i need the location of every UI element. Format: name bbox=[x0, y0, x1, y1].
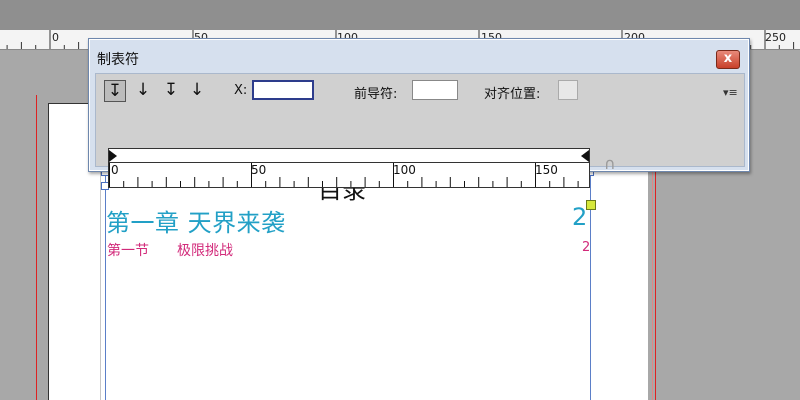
x-position-input[interactable] bbox=[252, 80, 314, 100]
indent-markers bbox=[109, 150, 589, 162]
toc-section-entry[interactable]: 第一节 极限挑战 bbox=[107, 240, 233, 260]
right-justified-tab-button[interactable]: ↧ bbox=[160, 80, 182, 102]
tab-ruler-label: 0 bbox=[111, 163, 119, 177]
x-label: X: bbox=[234, 83, 248, 98]
leader-input[interactable] bbox=[412, 80, 458, 100]
tab-ruler-label: 150 bbox=[535, 163, 558, 177]
tab-ruler[interactable]: 0 50 100 150 bbox=[108, 148, 590, 188]
decimal-tab-button[interactable]: ↓ bbox=[186, 80, 208, 102]
panel-menu-icon[interactable]: ▾≡ bbox=[723, 86, 738, 99]
panel-body: ↧ ↓ ↧ ↓ X: 前导符: 对齐位置: ▾≡ 0 50 100 150 ∩ bbox=[95, 73, 745, 188]
right-indent-marker bbox=[581, 150, 589, 162]
top-strip bbox=[0, 0, 800, 30]
panel-title[interactable]: 制表符 bbox=[97, 49, 139, 69]
left-indent-marker bbox=[109, 150, 117, 162]
toc-section-page-number[interactable]: 2 bbox=[582, 240, 590, 255]
center-justified-tab-button[interactable]: ↓ bbox=[132, 80, 154, 102]
align-on-label: 对齐位置: bbox=[484, 87, 541, 102]
tab-ruler-ticks bbox=[109, 163, 579, 187]
align-on-input[interactable] bbox=[558, 80, 578, 100]
leader-label: 前导符: bbox=[354, 87, 398, 102]
position-panel-above-frame-icon[interactable]: ∩ bbox=[604, 154, 624, 173]
tab-ruler-label: 50 bbox=[251, 163, 267, 177]
left-justified-tab-button[interactable]: ↧ bbox=[104, 80, 126, 102]
ruler-label: 0 bbox=[52, 31, 59, 44]
tab-ruler-label: 100 bbox=[393, 163, 416, 177]
toc-chapter-entry[interactable]: 第一章 天界来袭 bbox=[106, 203, 286, 238]
close-button[interactable]: x bbox=[716, 50, 740, 69]
frame-out-port[interactable] bbox=[586, 200, 596, 210]
tabs-panel: 制表符 x ↧ ↓ ↧ ↓ X: 前导符: 对齐位置: ▾≡ 0 50 100 … bbox=[88, 38, 750, 188]
ruler-label: 250 bbox=[765, 31, 786, 44]
toc-chapter-page-number[interactable]: 2 bbox=[572, 203, 587, 231]
